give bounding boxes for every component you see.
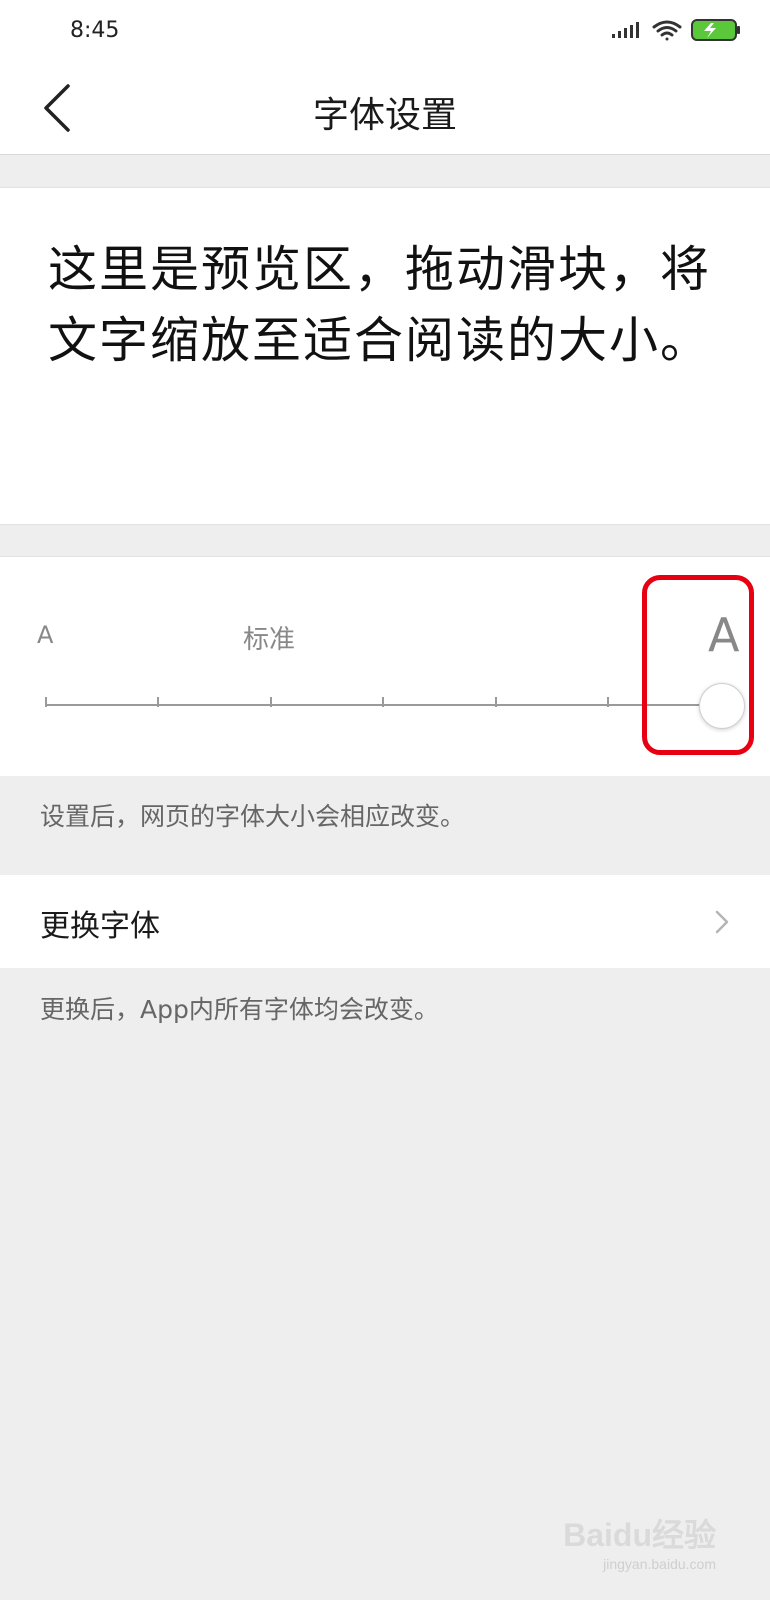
slider-tick — [495, 697, 497, 707]
slider-tick — [382, 697, 384, 707]
battery-charging-icon — [691, 19, 740, 41]
nav-bar: 字体设置 — [0, 64, 770, 155]
chevron-right-icon — [715, 910, 729, 934]
status-time: 8:45 — [70, 18, 120, 43]
highlight-annotation-box — [642, 575, 754, 755]
change-font-row[interactable]: 更换字体 — [0, 875, 770, 968]
font-size-slider-panel: A 标准 A — [0, 556, 770, 776]
change-font-note: 更换后，App内所有字体均会改变。 — [40, 995, 439, 1024]
preview-text: 这里是预览区，拖动滑块，将文字缩放至适合阅读的大小。 — [48, 241, 712, 369]
signal-icon — [612, 22, 639, 38]
preview-area: 这里是预览区，拖动滑块，将文字缩放至适合阅读的大小。 — [0, 187, 770, 525]
change-font-label: 更换字体 — [40, 909, 160, 944]
watermark-brand: Baidu经验 — [563, 1517, 716, 1553]
wifi-icon — [652, 20, 682, 41]
font-size-note: 设置后，网页的字体大小会相应改变。 — [40, 802, 466, 831]
page-title: 字体设置 — [312, 95, 457, 136]
slider-tick — [157, 697, 159, 707]
status-bar: 8:45 — [0, 0, 770, 64]
baidu-watermark: Baidu经验 jingyan.baidu.com — [563, 1510, 716, 1572]
slider-tick — [45, 697, 47, 707]
standard-font-label: 标准 — [243, 625, 296, 655]
slider-tick — [607, 697, 609, 707]
status-icons — [610, 18, 742, 44]
slider-tick — [270, 697, 272, 707]
small-font-label: A — [37, 621, 54, 649]
watermark-url: jingyan.baidu.com — [603, 1556, 716, 1572]
